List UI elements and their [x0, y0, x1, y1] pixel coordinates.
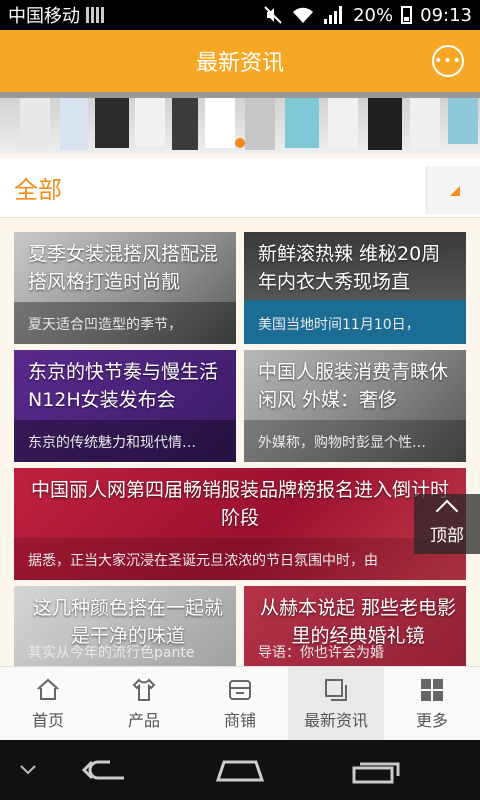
- news-title: 中国丽人网第四届畅销服装品牌榜报名进入倒计时阶段: [30, 479, 449, 529]
- clock: 09:13: [420, 4, 472, 26]
- shirt-icon: [132, 677, 156, 701]
- home-icon: [37, 678, 59, 700]
- store-icon: [229, 679, 251, 700]
- news-summary: 夏天适合凹造型的季节，: [28, 317, 182, 333]
- news-title: 夏季女装混搭风搭配混搭风格打造时尚靓: [28, 243, 219, 293]
- news-card-featured[interactable]: 中国丽人网第四届畅销服装品牌榜报名进入倒计时阶段 据悉，正当大家沉浸在圣诞元旦浓…: [14, 468, 466, 580]
- tab-label: 更多: [415, 710, 448, 730]
- mute-icon: [264, 6, 282, 24]
- news-card[interactable]: 新鲜滚热辣 维秘20周年内衣大秀现场直 美国当地时间11月10日，: [244, 232, 466, 344]
- news-summary: 其实从今年的流行色pante: [28, 645, 195, 661]
- chat-button[interactable]: •••: [432, 45, 464, 77]
- recent-apps-icon[interactable]: [350, 756, 402, 784]
- back-to-top-label: 顶部: [430, 525, 464, 546]
- carousel-dot-active: [235, 138, 245, 148]
- news-summary: 导语：你也许会为婚: [258, 645, 384, 661]
- news-title: 中国人服装消费青睐休闲风 外媒：奢侈: [258, 361, 449, 411]
- tab-label: 产品: [127, 710, 160, 730]
- back-to-top-button[interactable]: 顶部: [414, 494, 480, 554]
- hide-keyboard-icon[interactable]: [18, 762, 38, 778]
- tab-home[interactable]: 首页: [0, 667, 96, 740]
- carousel-indicator: [0, 138, 480, 148]
- news-title: 东京的快节奏与慢生活 N12H女装发布会: [28, 361, 219, 411]
- carrier-signal-icon: [86, 7, 104, 23]
- wifi-icon: [293, 7, 314, 23]
- chevron-up-icon: [435, 499, 459, 522]
- grid-icon: [421, 678, 443, 701]
- page-title: 最新资讯: [195, 51, 284, 76]
- tab-more[interactable]: 更多: [384, 667, 480, 740]
- status-bar: 中国移动 20% 09:13: [0, 0, 480, 30]
- news-title: 新鲜滚热辣 维秘20周年内衣大秀现场直: [258, 243, 441, 293]
- news-summary: 外媒称，购物时彭显个性…: [258, 435, 426, 451]
- category-label: 全部: [14, 176, 62, 204]
- cell-signal-icon: [324, 6, 343, 24]
- battery-icon: [401, 6, 413, 24]
- carrier-name: 中国移动: [8, 6, 80, 27]
- tab-stores[interactable]: 商铺: [192, 667, 288, 740]
- tab-label: 最新资讯: [303, 710, 368, 730]
- system-nav-bar: [0, 740, 480, 800]
- category-filter[interactable]: 全部: [0, 158, 480, 218]
- battery-percent: 20%: [353, 4, 394, 26]
- news-summary: 东京的传统魅力和现代情…: [28, 435, 196, 451]
- news-feed: 夏季女装混搭风搭配混搭风格打造时尚靓 夏天适合凹造型的季节， 新鲜滚热辣 维秘2…: [0, 230, 480, 666]
- tab-news[interactable]: 最新资讯: [288, 667, 384, 740]
- news-card[interactable]: 东京的快节奏与慢生活 N12H女装发布会 东京的传统魅力和现代情…: [14, 350, 236, 462]
- back-icon[interactable]: [80, 756, 132, 784]
- category-dropdown-button[interactable]: [426, 166, 480, 214]
- news-card[interactable]: 夏季女装混搭风搭配混搭风格打造时尚靓 夏天适合凹造型的季节，: [14, 232, 236, 344]
- news-icon: [325, 678, 347, 701]
- news-card[interactable]: 中国人服装消费青睐休闲风 外媒：奢侈 外媒称，购物时彭显个性…: [244, 350, 466, 462]
- app-header: 最新资讯 •••: [0, 30, 480, 92]
- tab-products[interactable]: 产品: [96, 667, 192, 740]
- tab-label: 商铺: [223, 710, 256, 730]
- tab-label: 首页: [31, 710, 64, 730]
- news-card[interactable]: 从赫本说起 那些老电影里的经典婚礼镜 导语：你也许会为婚: [244, 586, 466, 666]
- bottom-tab-bar: 首页 产品 商铺 最新资讯 更多: [0, 666, 480, 740]
- news-summary: 据悉，正当大家沉浸在圣诞元旦浓浓的节日氛围中时，由: [28, 553, 378, 569]
- home-nav-icon[interactable]: [214, 756, 266, 784]
- chat-bubble-icon: •••: [434, 53, 462, 69]
- news-summary: 美国当地时间11月10日，: [258, 317, 420, 333]
- news-card[interactable]: 这几种颜色搭在一起就是干净的味道 其实从今年的流行色pante: [14, 586, 236, 666]
